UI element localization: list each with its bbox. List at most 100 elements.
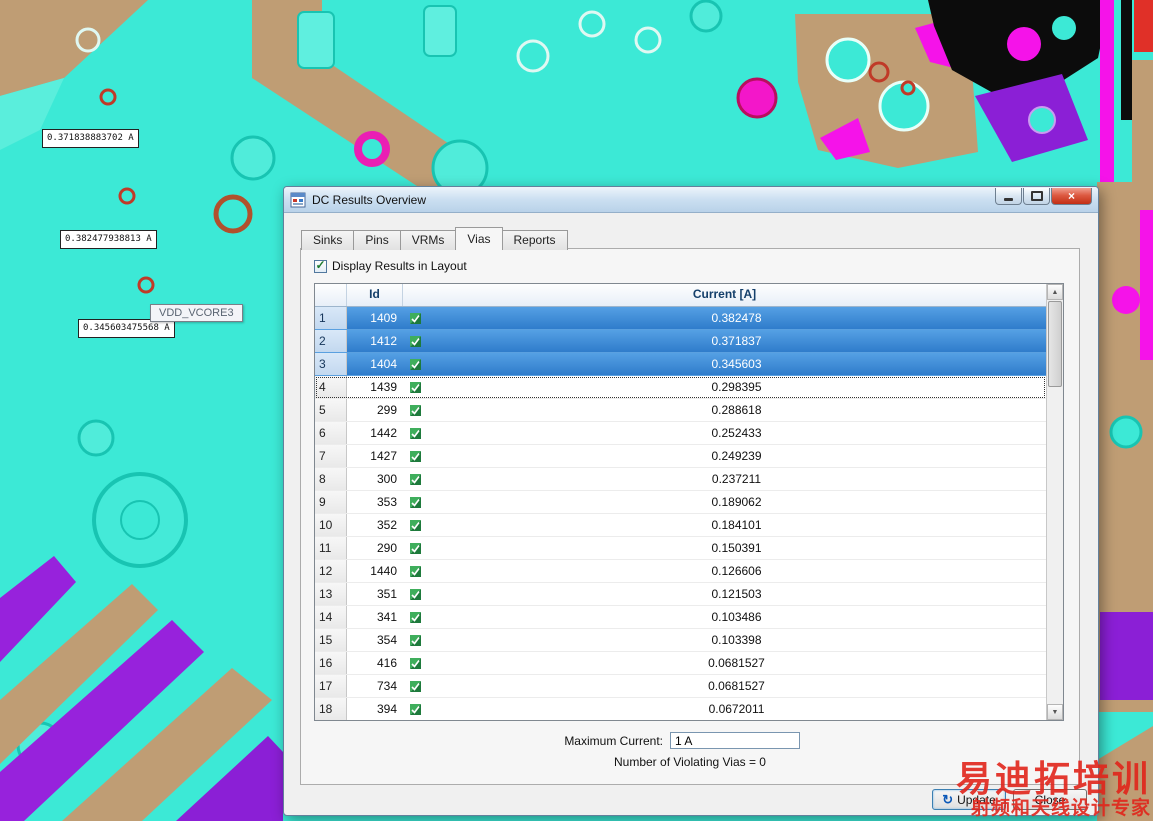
- row-number: 15: [315, 629, 347, 651]
- arrow-down-icon: ▼: [1051, 708, 1059, 716]
- scroll-down-button[interactable]: ▼: [1047, 704, 1063, 720]
- display-results-row: ✓ Display Results in Layout: [314, 259, 467, 273]
- via-status-icon: [403, 445, 427, 467]
- scroll-up-button[interactable]: ▲: [1047, 284, 1063, 300]
- row-number: 1: [315, 307, 347, 329]
- via-id: 1409: [370, 311, 397, 325]
- table-row[interactable]: 4 1439 0.298395: [315, 376, 1046, 399]
- table-row[interactable]: 7 1427 0.249239: [315, 445, 1046, 468]
- update-button[interactable]: ↻ Update: [932, 789, 1006, 810]
- current-annotation-label: 0.371838883702 A: [42, 129, 139, 148]
- table-row[interactable]: 13 351 0.121503: [315, 583, 1046, 606]
- table-row[interactable]: 15 354 0.103398: [315, 629, 1046, 652]
- via-status-icon: [403, 629, 427, 651]
- via-current: 0.298395: [711, 380, 762, 394]
- via-current: 0.126606: [711, 564, 762, 578]
- max-current-label: Maximum Current:: [564, 734, 663, 748]
- table-row[interactable]: 10 352 0.184101: [315, 514, 1046, 537]
- via-id: 290: [376, 541, 397, 555]
- row-number: 11: [315, 537, 347, 559]
- table-row[interactable]: 12 1440 0.126606: [315, 560, 1046, 583]
- via-id: 354: [376, 633, 397, 647]
- via-current: 0.252433: [711, 426, 762, 440]
- via-id: 300: [376, 472, 397, 486]
- close-button[interactable]: Close: [1013, 789, 1087, 810]
- via-id: 352: [376, 518, 397, 532]
- header-current[interactable]: Current [A]: [403, 284, 1046, 306]
- row-number: 12: [315, 560, 347, 582]
- scrollbar-thumb[interactable]: [1048, 301, 1062, 387]
- via-status-icon: [403, 537, 427, 559]
- window-controls: ×: [994, 188, 1092, 205]
- tab-reports[interactable]: Reports: [501, 230, 568, 250]
- display-results-checkbox[interactable]: ✓: [314, 258, 327, 273]
- maximize-button[interactable]: [1023, 188, 1050, 205]
- via-status-icon: [403, 330, 427, 352]
- via-status-icon: [403, 514, 427, 536]
- dialog-buttons: ↻ Update Close: [932, 789, 1087, 810]
- tab-sinks[interactable]: Sinks: [301, 230, 355, 250]
- max-current-input[interactable]: [670, 732, 800, 749]
- net-name-tooltip: VDD_VCORE3: [150, 304, 243, 322]
- via-id: 394: [376, 702, 397, 716]
- via-status-icon: [403, 675, 427, 697]
- tab-vias[interactable]: Vias: [455, 227, 503, 250]
- via-current: 0.103398: [711, 633, 762, 647]
- via-current: 0.345603: [711, 357, 762, 371]
- tab-pins[interactable]: Pins: [353, 230, 401, 250]
- table-row[interactable]: 11 290 0.150391: [315, 537, 1046, 560]
- current-annotation-label: 0.382477938813 A: [60, 230, 157, 249]
- via-id: 341: [376, 610, 397, 624]
- row-number: 14: [315, 606, 347, 628]
- table-row[interactable]: 3 1404 0.345603: [315, 353, 1046, 376]
- table-row[interactable]: 5 299 0.288618: [315, 399, 1046, 422]
- row-number: 18: [315, 698, 347, 720]
- row-number: 7: [315, 445, 347, 467]
- via-id: 1440: [370, 564, 397, 578]
- via-status-icon: [403, 399, 427, 421]
- table-row[interactable]: 9 353 0.189062: [315, 491, 1046, 514]
- minimize-button[interactable]: [995, 188, 1022, 205]
- arrow-up-icon: ▲: [1051, 288, 1059, 296]
- via-id: 416: [376, 656, 397, 670]
- maximize-icon: [1030, 191, 1043, 201]
- via-status-icon: [403, 652, 427, 674]
- table-row[interactable]: 17 734 0.0681527: [315, 675, 1046, 698]
- dialog-titlebar[interactable]: DC Results Overview ×: [284, 187, 1098, 213]
- header-id[interactable]: Id: [347, 284, 403, 306]
- via-status-icon: [403, 698, 427, 720]
- via-status-icon: [403, 353, 427, 375]
- screen: 0.371838883702 A 0.382477938813 A 0.345603…: [0, 0, 1153, 821]
- via-status-icon: [403, 376, 427, 398]
- minimize-icon: [1004, 197, 1013, 201]
- tab-vrms[interactable]: VRMs: [399, 230, 457, 250]
- table-row[interactable]: 1 1409 0.382478: [315, 307, 1046, 330]
- violations-text: Number of Violating Vias = 0: [614, 755, 766, 769]
- via-current: 0.382478: [711, 311, 762, 325]
- table-row[interactable]: 8 300 0.237211: [315, 468, 1046, 491]
- table-row[interactable]: 14 341 0.103486: [315, 606, 1046, 629]
- table-header: Id Current [A]: [315, 284, 1046, 307]
- via-current: 0.0681527: [708, 679, 765, 693]
- vertical-scrollbar[interactable]: ▲ ▼: [1046, 284, 1063, 720]
- vias-table-body: 1 1409 0.382478 2 1412 0.371837 3 1404 0…: [315, 307, 1046, 720]
- row-number: 8: [315, 468, 347, 490]
- close-window-button[interactable]: ×: [1051, 188, 1092, 205]
- display-results-label: Display Results in Layout: [332, 259, 467, 273]
- header-row-number[interactable]: [315, 284, 347, 306]
- scrollbar-track[interactable]: [1047, 300, 1063, 704]
- table-row[interactable]: 2 1412 0.371837: [315, 330, 1046, 353]
- table-row[interactable]: 18 394 0.0672011: [315, 698, 1046, 720]
- app-icon: [290, 192, 306, 207]
- row-number: 6: [315, 422, 347, 444]
- vias-table: Id Current [A] 1 1409 0.382478 2 1412 0.…: [314, 283, 1064, 721]
- via-id: 1412: [370, 334, 397, 348]
- check-icon: ✓: [315, 258, 326, 272]
- table-row[interactable]: 6 1442 0.252433: [315, 422, 1046, 445]
- table-row[interactable]: 16 416 0.0681527: [315, 652, 1046, 675]
- via-current: 0.103486: [711, 610, 762, 624]
- close-icon: ×: [1067, 189, 1075, 203]
- row-number: 3: [315, 353, 347, 375]
- via-status-icon: [403, 560, 427, 582]
- via-current: 0.121503: [711, 587, 762, 601]
